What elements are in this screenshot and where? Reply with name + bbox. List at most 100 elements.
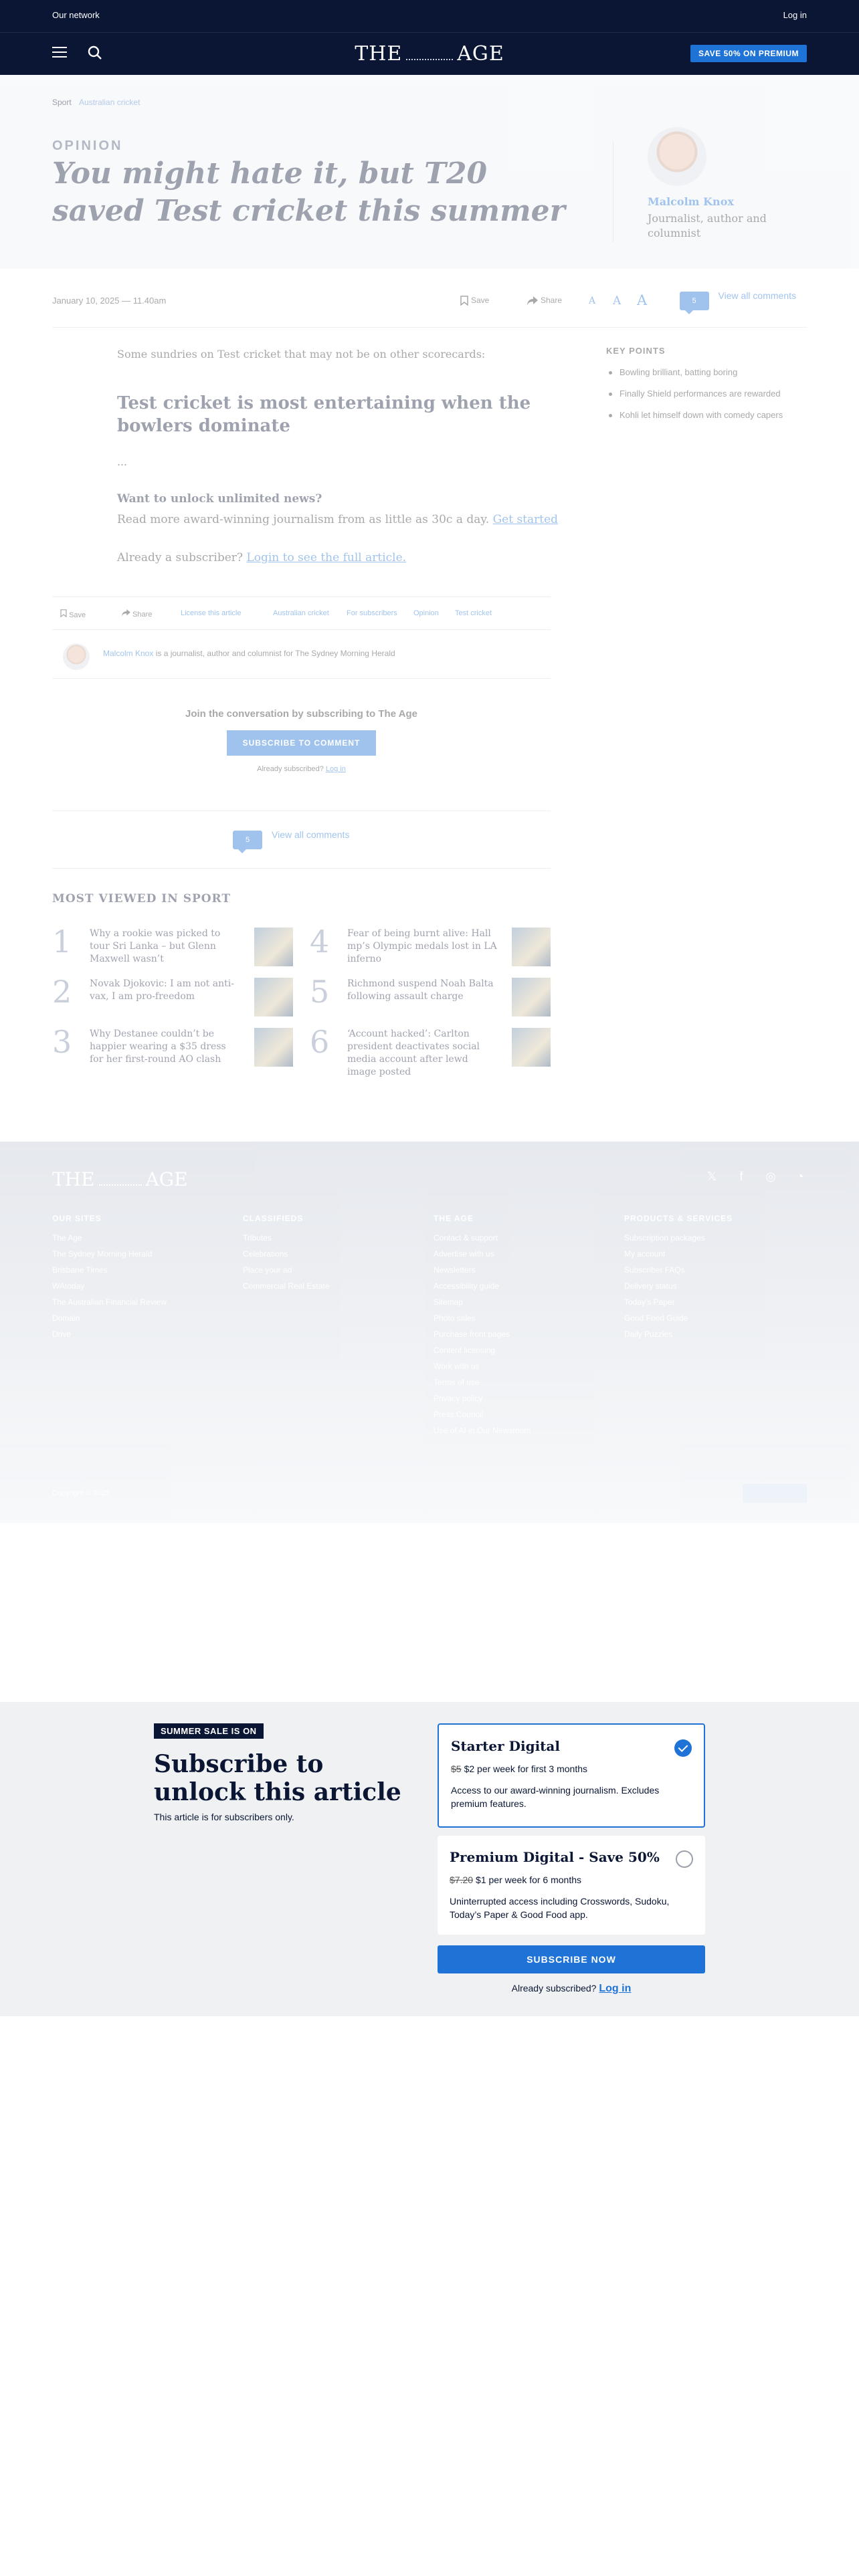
footer-link[interactable]: Press Council: [434, 1406, 614, 1422]
most-viewed-item[interactable]: 5 Richmond suspend Noah Balta following …: [310, 974, 551, 1021]
share-icon: [122, 609, 130, 617]
plan-radio[interactable]: [676, 1850, 693, 1868]
tag-link[interactable]: Test cricket: [455, 609, 492, 617]
author-name[interactable]: Malcolm Knox: [648, 195, 734, 208]
footer-link[interactable]: Photo sales: [434, 1310, 614, 1326]
footer-link[interactable]: Subscription packages: [624, 1230, 805, 1246]
footer-link[interactable]: Contact & support: [434, 1230, 614, 1246]
bio-author-link[interactable]: Malcolm Knox: [103, 649, 153, 658]
footer-link[interactable]: Terms of use: [434, 1374, 614, 1390]
unlock-question: Want to unlock unlimited news?: [117, 492, 322, 506]
key-points-title: KEY POINTS: [606, 346, 666, 356]
instagram-icon[interactable]: ◎: [764, 1170, 777, 1183]
footer-link[interactable]: Commercial Real Estate: [243, 1278, 423, 1294]
already-subscribed: Already subscribed? Log in: [511, 1983, 632, 1994]
footer-link[interactable]: Drive: [52, 1326, 233, 1342]
key-point-item: Kohli let himself down with comedy caper…: [606, 409, 807, 421]
most-viewed-item[interactable]: 2 Novak Djokovic: I am not anti-vax, I a…: [52, 974, 293, 1021]
font-medium-button[interactable]: A: [613, 294, 621, 308]
rss-icon[interactable]: ◔: [793, 1170, 807, 1183]
article-lead: Some sundries on Test cricket that may n…: [117, 348, 486, 360]
most-viewed-rank: 4: [310, 924, 330, 960]
footer-link[interactable]: Newsletters: [434, 1262, 614, 1278]
most-viewed-thumbnail: [512, 928, 551, 966]
footer-link[interactable]: Domain: [52, 1310, 233, 1326]
our-network-link[interactable]: Our network: [52, 10, 100, 20]
bookmark-icon: [60, 609, 67, 618]
font-small-button[interactable]: A: [589, 296, 595, 306]
most-viewed-headline: Why a rookie was picked to tour Sri Lank…: [90, 928, 221, 964]
key-point-item: Bowling brilliant, batting boring: [606, 366, 807, 379]
view-comments-bottom[interactable]: 5 View all comments: [233, 829, 349, 853]
join-login-link[interactable]: Log in: [326, 765, 346, 773]
footer-link[interactable]: Sitemap: [434, 1294, 614, 1310]
footer-column-our-sites: OUR SITES The Age The Sydney Morning Her…: [52, 1214, 233, 1342]
font-large-button[interactable]: A: [637, 292, 647, 308]
login-full-article-link[interactable]: Login to see the full article.: [246, 551, 406, 564]
article-hero: Sport Australian cricket OPINION You mig…: [0, 75, 859, 269]
footer-link[interactable]: WAtoday: [52, 1278, 233, 1294]
most-viewed-item[interactable]: 6 ‘Account hacked’: Carlton president de…: [310, 1024, 551, 1077]
subscribe-to-comment-button[interactable]: SUBSCRIBE TO COMMENT: [226, 730, 377, 756]
footer-link[interactable]: The Australian Financial Review: [52, 1294, 233, 1310]
footer-link[interactable]: Subscriber FAQs: [624, 1262, 805, 1278]
license-article-link[interactable]: License this article: [181, 609, 242, 617]
view-comments[interactable]: 5 View all comments: [679, 290, 796, 314]
footer-link[interactable]: Privacy policy: [434, 1390, 614, 1406]
join-title: Join the conversation by subscribing to …: [185, 708, 417, 720]
footer-link[interactable]: Place your ad: [243, 1262, 423, 1278]
most-viewed-item[interactable]: 4 Fear of being burnt alive: Hall mp’s O…: [310, 924, 551, 970]
site-footer: THE AGE 𝕏f ◎ ◔ OUR SITES The Age The Sydney…: [0, 1142, 859, 1523]
x-icon[interactable]: 𝕏: [705, 1170, 719, 1183]
get-started-link[interactable]: Get started: [493, 513, 558, 526]
back-to-top-button[interactable]: [743, 1484, 807, 1503]
footer-link[interactable]: Celebrations: [243, 1246, 423, 1262]
most-viewed-item[interactable]: 1 Why a rookie was picked to tour Sri La…: [52, 924, 293, 970]
author-avatar[interactable]: [648, 127, 706, 186]
most-viewed-item[interactable]: 3 Why Destanee couldn’t be happier weari…: [52, 1024, 293, 1071]
plan-starter-digital[interactable]: Starter Digital $5 $2 per week for first …: [438, 1723, 705, 1828]
footer-link[interactable]: The Age: [52, 1230, 233, 1246]
subscribe-now-button[interactable]: SUBSCRIBE NOW: [438, 1945, 705, 1973]
article-meta-bar: January 10, 2025 — 11.40am Save Share A …: [52, 288, 807, 328]
save-button[interactable]: Save: [460, 296, 489, 306]
footer-link[interactable]: Accessibility guide: [434, 1278, 614, 1294]
footer-link[interactable]: Content licensing: [434, 1342, 614, 1358]
tag-link[interactable]: For subscribers: [347, 609, 397, 617]
footer-link[interactable]: Delivery status: [624, 1278, 805, 1294]
footer-link[interactable]: Brisbane Times: [52, 1262, 233, 1278]
footer-link[interactable]: Daily Puzzles: [624, 1326, 805, 1342]
tag-link[interactable]: Opinion: [413, 609, 439, 617]
plan-price: $7.20 $1 per week for 6 months: [450, 1874, 582, 1885]
article-subhead: Test cricket is most entertaining when t…: [117, 393, 531, 436]
share-button-bottom[interactable]: Share: [122, 609, 152, 619]
panel-login-link[interactable]: Log in: [599, 1983, 631, 1994]
save-button-bottom[interactable]: Save: [60, 609, 86, 619]
tag-link[interactable]: Australian cricket: [273, 609, 329, 617]
share-button[interactable]: Share: [527, 296, 562, 306]
most-viewed-thumbnail: [254, 978, 293, 1016]
footer-link[interactable]: Use of AI in Our Newsroom: [434, 1422, 614, 1438]
breadcrumb-sport[interactable]: Sport: [52, 98, 72, 107]
footer-link[interactable]: Purchase front pages: [434, 1326, 614, 1342]
footer-link[interactable]: Today's Paper: [624, 1294, 805, 1310]
plan-premium-digital[interactable]: Premium Digital - Save 50% $7.20 $1 per w…: [438, 1836, 705, 1935]
footer-link[interactable]: My account: [624, 1246, 805, 1262]
article-ellipsis: ...: [117, 455, 128, 468]
author-avatar-small[interactable]: [63, 643, 90, 670]
login-link[interactable]: Log in: [783, 10, 807, 20]
breadcrumb-australian-cricket[interactable]: Australian cricket: [79, 98, 140, 107]
comment-count-badge: 5: [679, 292, 709, 314]
most-viewed-title: MOST VIEWED IN SPORT: [52, 892, 231, 905]
footer-link[interactable]: Work with us: [434, 1358, 614, 1374]
footer-link[interactable]: The Sydney Morning Herald: [52, 1246, 233, 1262]
footer-link[interactable]: Advertise with us: [434, 1246, 614, 1262]
footer-column-title: THE AGE: [434, 1214, 474, 1223]
footer-link[interactable]: Good Food Guide: [624, 1310, 805, 1326]
facebook-icon[interactable]: f: [735, 1170, 748, 1183]
footer-logo[interactable]: THE AGE: [52, 1168, 188, 1190]
footer-link[interactable]: Tributes: [243, 1230, 423, 1246]
save-premium-button[interactable]: SAVE 50% ON PREMIUM: [690, 45, 807, 62]
crest-icon: [406, 49, 454, 60]
plan-radio-selected[interactable]: [674, 1739, 692, 1757]
